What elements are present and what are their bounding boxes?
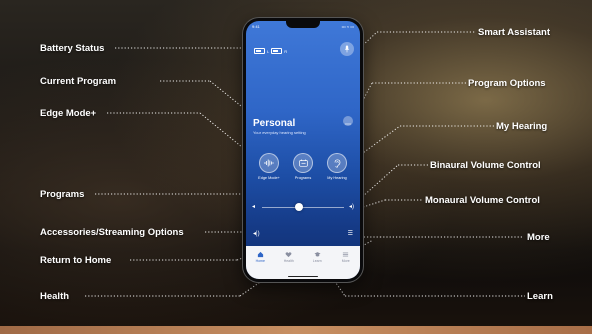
tab-learn[interactable]: Learn [306, 251, 328, 263]
callout-monaural-volume: Monaural Volume Control [425, 195, 540, 206]
callout-accessories: Accessories/Streaming Options [40, 227, 184, 238]
callout-return-home: Return to Home [40, 255, 112, 266]
callout-programs: Programs [40, 189, 85, 200]
volume-knob[interactable] [294, 203, 303, 211]
edge-mode-circle [259, 153, 279, 173]
battery-right-label: R [284, 48, 288, 54]
phone-mockup: 9:41 ••• ≈ ▭ L R Personal Your everyday … [243, 18, 363, 282]
stage: Battery Status Current Program Edge Mode… [0, 0, 592, 334]
callout-program-options: Program Options [468, 78, 546, 89]
current-program-description: Your everyday hearing setting [253, 130, 306, 135]
status-time: 9:41 [252, 24, 260, 29]
quick-actions: Edge Mode+ Programs My Hearing [246, 153, 360, 180]
programs-icon [298, 159, 308, 167]
edge-mode-button[interactable]: Edge Mode+ [254, 153, 284, 180]
my-hearing-button[interactable]: My Hearing [322, 153, 352, 180]
monaural-volume-button[interactable]: ☰ [348, 230, 353, 237]
callout-health: Health [40, 291, 70, 302]
callout-binaural-volume: Binaural Volume Control [430, 160, 541, 171]
programs-label: Programs [294, 176, 312, 180]
battery-right-icon [271, 48, 283, 54]
microphone-icon [344, 45, 350, 53]
current-program-name: Personal [253, 118, 296, 129]
home-indicator [288, 275, 318, 277]
callout-battery-status: Battery Status [40, 43, 105, 54]
programs-button[interactable]: Programs [288, 153, 318, 180]
accessories-streaming-button[interactable]: ◂|) [253, 230, 260, 237]
programs-circle [293, 153, 313, 173]
callout-more: More [527, 232, 550, 243]
more-dots-icon [345, 123, 351, 125]
bottom-tab-bar: Home Health Learn More [246, 246, 360, 279]
sliders-icon: ☰ [347, 231, 353, 237]
volume-track [262, 206, 344, 208]
my-hearing-circle [327, 153, 347, 173]
menu-icon [343, 252, 349, 257]
bottom-band [0, 326, 592, 334]
callout-current-program: Current Program [40, 76, 117, 87]
phone-notch [286, 21, 320, 28]
status-indicators: ••• ≈ ▭ [341, 24, 354, 29]
binaural-volume-slider[interactable]: ◂ ◂) [252, 203, 354, 211]
waveform-icon [264, 159, 274, 167]
callout-edge-mode: Edge Mode+ [40, 108, 97, 119]
home-icon [257, 251, 263, 258]
heart-icon [285, 252, 292, 258]
callout-smart-assistant: Smart Assistant [478, 27, 550, 38]
program-options-button[interactable] [343, 116, 353, 126]
battery-left-icon [254, 48, 265, 54]
app-screen: 9:41 ••• ≈ ▭ L R Personal Your everyday … [246, 21, 360, 279]
ear-icon [334, 158, 341, 167]
callout-learn: Learn [527, 291, 553, 302]
tab-health[interactable]: Health [278, 251, 300, 263]
graduation-cap-icon [314, 252, 321, 257]
tab-more[interactable]: More [335, 251, 357, 263]
callout-my-hearing: My Hearing [496, 121, 548, 132]
streaming-icon: ◂|) [253, 231, 260, 237]
tab-home[interactable]: Home [249, 251, 271, 263]
tab-more-label: More [341, 259, 350, 263]
edge-mode-label: Edge Mode+ [258, 176, 280, 180]
battery-left-label: L [267, 48, 270, 54]
smart-assistant-button[interactable] [340, 42, 354, 56]
my-hearing-label: My Hearing [327, 176, 347, 180]
volume-low-icon: ◂ [252, 204, 256, 210]
tab-learn-label: Learn [312, 259, 322, 263]
tab-home-label: Home [255, 259, 265, 263]
volume-high-icon: ◂) [348, 204, 354, 210]
battery-status[interactable]: L R [254, 48, 287, 54]
tab-health-label: Health [283, 259, 294, 263]
